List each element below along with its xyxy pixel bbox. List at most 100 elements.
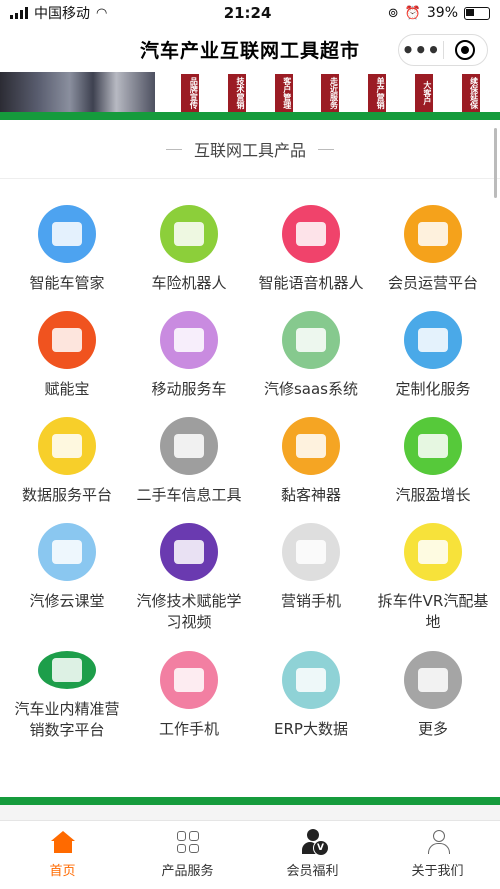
product-item[interactable]: 数据服务平台 (6, 401, 128, 507)
product-label: 工作手机 (158, 720, 219, 738)
vr-parts-icon (404, 523, 462, 581)
orientation-lock-icon: ⊚ (387, 5, 399, 21)
product-label: 二手车信息工具 (136, 486, 242, 504)
target-icon (455, 40, 476, 60)
tab-products[interactable]: 产品服务 (125, 821, 250, 889)
banner-tags: 品牌宣传 技术营销 客户管理 走近服务 单产营销 大客户 续保延保 (155, 72, 500, 112)
book-icon (404, 311, 462, 369)
product-label: 会员运营平台 (387, 274, 478, 292)
product-label: 汽服盈增长 (395, 486, 471, 504)
product-item[interactable]: 汽服盈增长 (372, 401, 494, 507)
product-item[interactable]: 汽车业内精准营销数字平台 (6, 635, 128, 741)
vip-user-icon: V (300, 829, 329, 856)
icon-glyph (52, 222, 82, 246)
tab-bar: 首页 产品服务 V 会员福利 关于我们 (0, 820, 500, 889)
banner-tag: 续保延保 (461, 74, 480, 112)
nav-bar: 汽车产业互联网工具超市 ••• (0, 26, 500, 72)
status-bar: 中国移动 ◠ 21:24 ⊚ ⏰ 39% (0, 0, 500, 26)
status-right: ⊚ ⏰ 39% (388, 5, 490, 21)
product-item[interactable]: 汽修技术赋能学习视频 (128, 507, 250, 635)
icon-glyph (174, 328, 204, 352)
product-item[interactable]: 智能语音机器人 (250, 189, 372, 295)
product-label: 定制化服务 (395, 380, 471, 398)
grid-icon (175, 829, 201, 855)
member-card-icon (404, 205, 462, 263)
product-label: 数据服务平台 (21, 486, 112, 504)
tab-label: 产品服务 (161, 864, 214, 879)
product-label: 拆车件VR汽配基地 (377, 592, 489, 631)
product-item[interactable]: 拆车件VR汽配基地 (372, 507, 494, 635)
product-label: 黏客神器 (280, 486, 341, 504)
alarm-icon: ⏰ (404, 5, 421, 21)
wifi-icon: ◠ (96, 5, 108, 21)
icon-glyph (418, 434, 448, 458)
product-label: ERP大数据 (274, 720, 348, 738)
product-label: 智能车管家 (29, 274, 105, 292)
laptop-books-icon (38, 523, 96, 581)
headset-car-icon (38, 205, 96, 263)
product-item[interactable]: 营销手机 (250, 507, 372, 635)
section-title: 互联网工具产品 (193, 141, 306, 160)
tab-member[interactable]: V 会员福利 (250, 821, 375, 889)
monitor-icon (38, 311, 96, 369)
product-section: 互联网工具产品 智能车管家 车险机器人 智能语音机器人 会员运营平台 赋能宝 移动服务车汽… (0, 120, 500, 805)
digital-screen-icon (38, 651, 96, 689)
icon-glyph (52, 540, 82, 564)
vip-card-icon (282, 417, 340, 475)
work-phone-icon (160, 651, 218, 709)
service-van-icon (160, 311, 218, 369)
icon-glyph (418, 540, 448, 564)
tab-home[interactable]: 首页 (0, 821, 125, 889)
page-title: 汽车产业互联网工具超市 (139, 39, 360, 62)
wallet-icon (404, 417, 462, 475)
video-books-icon (160, 523, 218, 581)
product-label: 更多 (417, 720, 448, 738)
product-item[interactable]: 工作手机 (128, 635, 250, 741)
product-label: 移动服务车 (151, 380, 227, 398)
voice-robot-icon (282, 205, 340, 263)
top-banner[interactable]: 品牌宣传 技术营销 客户管理 走近服务 单产营销 大客户 续保延保 (0, 72, 500, 112)
icon-glyph (296, 668, 326, 692)
icon-glyph (174, 540, 204, 564)
icon-glyph (296, 434, 326, 458)
erp-search-icon (282, 651, 340, 709)
product-item[interactable]: 赋能宝 (6, 295, 128, 401)
scrollbar[interactable] (494, 128, 497, 198)
data-search-icon (38, 417, 96, 475)
product-item[interactable]: ERP大数据 (250, 635, 372, 741)
phone-chart-icon (282, 311, 340, 369)
more-button[interactable]: ••• (399, 35, 443, 65)
product-item[interactable]: 汽修saas系统 (250, 295, 372, 401)
tab-about[interactable]: 关于我们 (375, 821, 500, 889)
banner-tag: 客户管理 (274, 74, 293, 112)
close-miniprogram-button[interactable] (444, 40, 488, 60)
banner-tag: 单产营销 (368, 74, 387, 112)
product-item[interactable]: 智能车管家 (6, 189, 128, 295)
banner-tag: 品牌宣传 (181, 74, 200, 112)
icon-glyph (418, 328, 448, 352)
section-header: 互联网工具产品 (0, 120, 500, 179)
product-label: 赋能宝 (44, 380, 90, 398)
icon-glyph (52, 328, 82, 352)
product-label: 车险机器人 (151, 274, 227, 292)
product-item[interactable]: 汽修云课堂 (6, 507, 128, 635)
product-item[interactable]: 车险机器人 (128, 189, 250, 295)
title-dash-right (318, 148, 334, 150)
icon-glyph (174, 222, 204, 246)
product-item[interactable]: 移动服务车 (128, 295, 250, 401)
robot-agent-icon (160, 205, 218, 263)
icon-glyph (52, 658, 82, 682)
title-dash-left (165, 148, 182, 150)
product-item[interactable]: 会员运营平台 (372, 189, 494, 295)
product-label: 汽修云课堂 (29, 592, 105, 610)
product-item[interactable]: 更多 (372, 635, 494, 741)
battery-icon (464, 6, 490, 20)
product-item[interactable]: 二手车信息工具 (128, 401, 250, 507)
home-icon (50, 829, 76, 855)
product-item[interactable]: 黏客神器 (250, 401, 372, 507)
marketing-phone-icon (282, 523, 340, 581)
product-item[interactable]: 定制化服务 (372, 295, 494, 401)
icon-glyph (296, 222, 326, 246)
gears-icon (404, 651, 462, 709)
icon-glyph (296, 540, 326, 564)
